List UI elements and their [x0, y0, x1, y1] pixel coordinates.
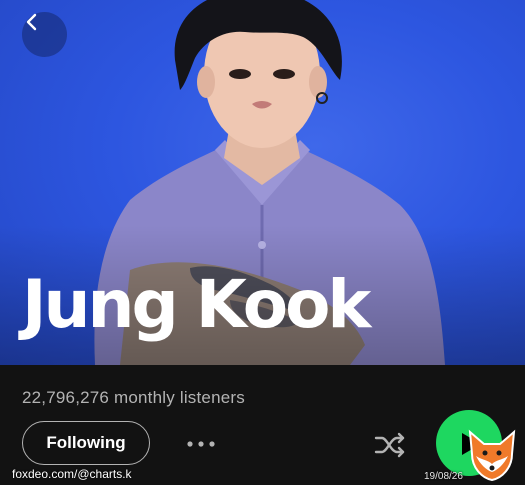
monthly-listeners: 22,796,276 monthly listeners	[22, 388, 245, 407]
fox-logo-icon	[468, 429, 516, 482]
artist-hero-image: Jung Kook	[0, 0, 525, 365]
shuffle-button[interactable]	[370, 428, 410, 462]
more-horizontal-icon	[187, 441, 215, 447]
chevron-left-icon	[26, 13, 37, 31]
artist-page: Jung Kook 22,796,276 monthly listeners F…	[0, 0, 525, 485]
more-options-button[interactable]	[182, 430, 220, 458]
following-button[interactable]: Following	[22, 421, 150, 465]
artist-name: Jung Kook	[22, 266, 371, 343]
shuffle-icon	[374, 432, 405, 458]
watermark-date: 19/08/26	[424, 471, 463, 482]
back-button[interactable]	[22, 12, 67, 57]
watermark-source: foxdeo.com/@charts.k	[12, 467, 132, 481]
